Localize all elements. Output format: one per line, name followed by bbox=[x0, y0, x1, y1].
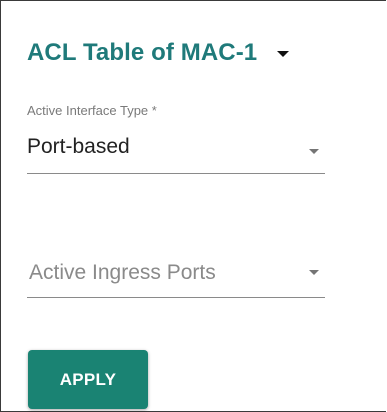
dropdown-arrow-icon[interactable] bbox=[309, 270, 319, 275]
caret-down-icon[interactable] bbox=[277, 51, 290, 57]
panel-title: ACL Table of MAC-1 bbox=[27, 39, 258, 66]
active-interface-type-underline bbox=[27, 173, 325, 174]
acl-panel: ACL Table of MAC-1 Active Interface Type… bbox=[0, 0, 386, 412]
active-interface-type-label: Active Interface Type * bbox=[27, 103, 157, 118]
dropdown-arrow-icon[interactable] bbox=[309, 149, 319, 154]
active-interface-type-value: Port-based bbox=[27, 135, 130, 158]
active-ingress-ports-placeholder: Active Ingress Ports bbox=[29, 261, 216, 284]
active-ingress-ports-underline bbox=[27, 297, 325, 298]
apply-button[interactable]: APPLY bbox=[28, 350, 148, 409]
active-interface-type-select[interactable]: Active Interface Type * Port-based bbox=[27, 103, 325, 175]
acl-table-selector[interactable]: ACL Table of MAC-1 bbox=[27, 35, 290, 71]
active-ingress-ports-select[interactable]: Active Ingress Ports bbox=[27, 259, 325, 299]
